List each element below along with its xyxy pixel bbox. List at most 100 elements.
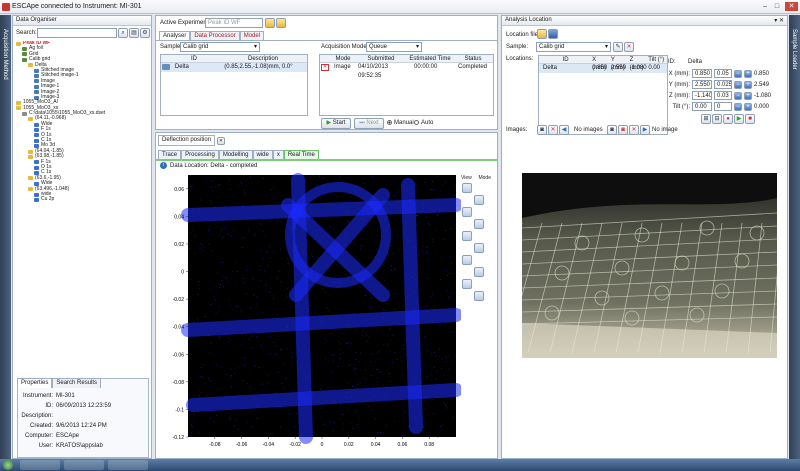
plus-icon[interactable]: +: [744, 102, 752, 111]
property-row: ID: 06/09/2013 12:23:59: [20, 401, 148, 411]
noise-pixel: [217, 222, 219, 224]
noise-pixel: [284, 289, 286, 291]
close-button[interactable]: ✕: [785, 2, 798, 11]
sample-delete-icon[interactable]: ✕: [624, 42, 634, 52]
minus-icon[interactable]: −: [734, 80, 742, 89]
noise-pixel: [294, 353, 296, 355]
palette-icon[interactable]: [474, 243, 484, 253]
copy-icon[interactable]: [474, 219, 484, 229]
ruler-icon[interactable]: [474, 291, 484, 301]
noise-pixel: [265, 290, 267, 292]
coord-step-field[interactable]: 0: [714, 102, 732, 111]
noise-pixel: [265, 285, 267, 287]
coord-value-field[interactable]: 0.850: [692, 69, 712, 78]
acq-mode-select[interactable]: Queue ▾: [366, 42, 422, 52]
cam-red-icon[interactable]: ◙: [618, 125, 628, 135]
options-icon[interactable]: ⚙: [140, 28, 150, 38]
nav-icon-3[interactable]: ●: [723, 114, 733, 124]
noise-pixel: [426, 376, 428, 378]
minus-icon[interactable]: −: [734, 69, 742, 78]
locations-row[interactable]: Delta 0.850 2.550 -1.080 0.00: [539, 64, 667, 73]
taskbar-item-2[interactable]: [64, 460, 104, 470]
nav-icon-2[interactable]: ⊟: [712, 114, 722, 124]
noise-pixel: [224, 205, 226, 207]
tab-search-results[interactable]: Search Results: [52, 378, 102, 388]
acquisition-method-tab[interactable]: Acquisition Method: [0, 15, 11, 459]
maximize-button[interactable]: □: [772, 2, 782, 11]
cam-delete-icon[interactable]: ✕: [629, 125, 639, 135]
go-icon[interactable]: ▶: [734, 114, 744, 124]
minimize-button[interactable]: ‒: [760, 2, 770, 11]
magnify-icon[interactable]: [462, 279, 472, 289]
noise-pixel: [200, 392, 202, 394]
noise-pixel: [431, 293, 433, 295]
delete-icon[interactable]: ✕: [321, 64, 329, 71]
auto-radio[interactable]: Auto: [414, 120, 433, 126]
minus-icon[interactable]: −: [734, 102, 742, 111]
noise-pixel: [424, 181, 426, 183]
noise-pixel: [430, 188, 432, 190]
minimize-icon[interactable]: ▾ ✕: [774, 17, 784, 24]
active-experiment-field[interactable]: Peak ID WF: [205, 18, 263, 28]
start-button[interactable]: ▶ Start: [321, 118, 351, 129]
deflection-position-tab[interactable]: Deflection position: [158, 135, 216, 146]
coord-value-field[interactable]: 0.00: [692, 102, 712, 111]
queue-row[interactable]: ✕ Image 04/10/2013 09:52:35 00:00:00 Com…: [320, 63, 493, 79]
spectrum-icon: [34, 192, 39, 197]
filter-icon[interactable]: [462, 255, 472, 265]
tab-properties[interactable]: Properties: [17, 378, 53, 388]
location-row[interactable]: Delta (0.85,2.55,-1.08)mm, 0.0°: [161, 63, 307, 72]
cam-next-icon[interactable]: ▶: [640, 125, 650, 135]
close-icon[interactable]: ✕: [217, 136, 226, 145]
crosshair-icon[interactable]: [474, 267, 484, 277]
search-icon[interactable]: ⌕: [118, 28, 128, 38]
nav-icon-1[interactable]: ⊞: [701, 114, 711, 124]
manual-radio[interactable]: Manual: [387, 120, 414, 126]
coord-value-field[interactable]: 2.550: [692, 80, 712, 89]
noise-pixel: [439, 425, 441, 427]
coord-step-field[interactable]: 0.025: [714, 80, 732, 89]
open-file-icon[interactable]: [537, 29, 547, 39]
camera-image[interactable]: [522, 173, 777, 358]
prev-image-icon[interactable]: ◀: [559, 125, 569, 135]
sample-select[interactable]: Calib grid ▾: [180, 42, 260, 52]
camera-icon[interactable]: ◙: [537, 125, 547, 135]
deflection-plot[interactable]: -0.08 -0.06 -0.04 -0.02 0 0.02 0.04 0.06 0.08 0.0…: [156, 170, 461, 460]
noise-pixel: [336, 263, 338, 265]
spectrum-icon: [34, 198, 39, 203]
save-image-icon[interactable]: [462, 207, 472, 217]
loc-sample-select[interactable]: Calib grid ▾: [536, 42, 611, 52]
camera2-icon[interactable]: ◙: [607, 125, 617, 135]
y-tick-label: -0.04: [173, 325, 185, 331]
taskbar-item-1[interactable]: [20, 460, 60, 470]
export-icon[interactable]: [462, 231, 472, 241]
noise-pixel: [218, 235, 220, 237]
sample-loader-tab[interactable]: Sample Loader: [789, 15, 800, 459]
tree-item[interactable]: Cu 2p: [16, 196, 151, 203]
search-input[interactable]: [37, 28, 117, 38]
filter-icon[interactable]: ▤: [129, 28, 139, 38]
noise-pixel: [229, 305, 231, 307]
delete-image-icon[interactable]: ✕: [548, 125, 558, 135]
stop-icon[interactable]: ■: [745, 114, 755, 124]
plus-icon[interactable]: +: [744, 69, 752, 78]
coord-step-field[interactable]: 0.03: [714, 91, 732, 100]
plus-icon[interactable]: +: [744, 80, 752, 89]
start-orb-icon[interactable]: [3, 460, 13, 470]
new-folder-icon[interactable]: [276, 18, 286, 28]
noise-pixel: [219, 286, 221, 288]
plus-icon[interactable]: +: [744, 91, 752, 100]
noise-pixel: [347, 177, 349, 179]
loc-row-tilt: 0.00: [648, 65, 660, 71]
open-folder-icon[interactable]: [265, 18, 275, 28]
coord-value-field[interactable]: -1.140: [692, 91, 712, 100]
coord-step-field[interactable]: 0.05: [714, 69, 732, 78]
minus-icon[interactable]: −: [734, 91, 742, 100]
taskbar-item-3[interactable]: [108, 460, 148, 470]
sample-edit-icon[interactable]: ✎: [613, 42, 623, 52]
save-file-icon[interactable]: [548, 29, 558, 39]
zoom-icon[interactable]: [462, 183, 472, 193]
pan-icon[interactable]: [474, 195, 484, 205]
next-button[interactable]: ⏭ Next: [354, 118, 384, 129]
y-tick-label: -0.12: [173, 435, 185, 441]
